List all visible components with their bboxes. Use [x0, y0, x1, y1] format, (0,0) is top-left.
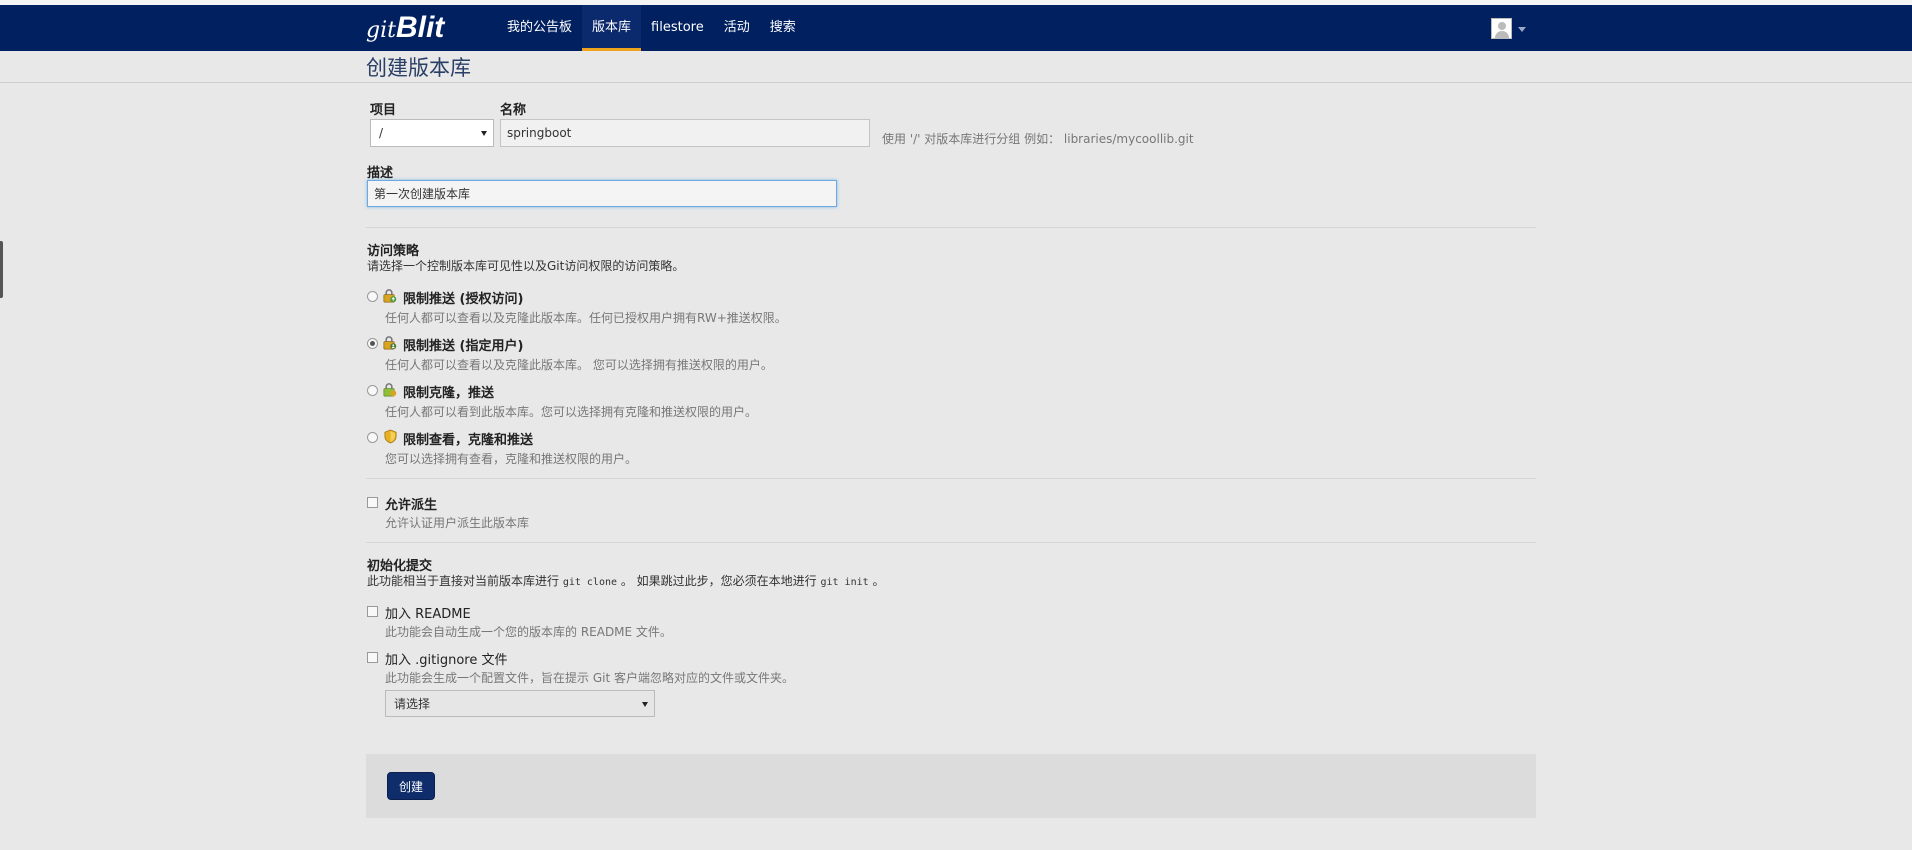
title-divider: [0, 82, 1912, 83]
lock-push-user-icon: [383, 336, 397, 350]
project-select-value: /: [379, 126, 384, 140]
add-readme-title: 加入 README: [385, 607, 471, 622]
user-menu-caret-icon[interactable]: [1518, 27, 1526, 32]
nav-item-repositories[interactable]: 版本库: [582, 5, 642, 51]
dropdown-arrow-icon: [481, 131, 487, 136]
add-readme-checkbox[interactable]: [367, 606, 378, 617]
brand-prefix: git: [366, 18, 396, 43]
add-readme-desc: 此功能会自动生成一个您的版本库的 README 文件。: [385, 625, 672, 639]
init-commit-desc: 此功能相当于直接对当前版本库进行 git clone 。 如果跳过此步，您必须在…: [367, 572, 884, 589]
allow-fork-desc: 允许认证用户派生此版本库: [385, 516, 530, 530]
access-option-desc: 任何人都可以查看以及克隆此版本库。 您可以选择拥有推送权限的用户。: [385, 358, 773, 372]
name-input[interactable]: springboot: [500, 119, 870, 147]
nav-item-filestore[interactable]: filestore: [641, 5, 714, 51]
access-radio-view-clone-push[interactable]: [367, 432, 378, 443]
description-label: 描述: [367, 166, 394, 181]
project-label: 项目: [370, 103, 397, 118]
access-option-title: 限制查看，克隆和推送: [403, 433, 534, 448]
init-desc-code: git clone: [562, 577, 618, 588]
shield-icon: [384, 429, 397, 444]
nav-item-dashboard[interactable]: 我的公告板: [497, 5, 582, 51]
nav-item-activity[interactable]: 活动: [714, 5, 760, 51]
lock-push-icon: [383, 289, 397, 303]
access-radio-named-push[interactable]: [367, 338, 378, 349]
form-actions-bar: [366, 754, 1536, 818]
allow-fork-title: 允许派生: [385, 498, 438, 513]
create-button[interactable]: 创建: [387, 772, 435, 800]
access-option-title: 限制克隆，推送: [403, 386, 495, 401]
access-radio-authenticated-push[interactable]: [367, 291, 378, 302]
brand-logo[interactable]: gitBlit: [366, 11, 445, 44]
dropdown-arrow-icon: [642, 701, 648, 707]
init-desc-text: 。: [868, 574, 885, 588]
access-option-desc: 您可以选择拥有查看，克隆和推送权限的用户。: [385, 452, 638, 466]
add-gitignore-checkbox[interactable]: [367, 652, 378, 663]
navbar: gitBlit 我的公告板 版本库 filestore 活动 搜索: [0, 5, 1912, 51]
user-avatar[interactable]: [1491, 18, 1512, 39]
name-hint: 使用 '/' 对版本库进行分组 例如： libraries/mycoollib.…: [882, 132, 1194, 146]
avatar-body: [1495, 31, 1509, 38]
access-option-desc: 任何人都可以看到此版本库。您可以选择拥有克隆和推送权限的用户。: [385, 405, 758, 419]
main-nav: 我的公告板 版本库 filestore 活动 搜索: [497, 5, 806, 51]
gitignore-select-value: 请选择: [394, 697, 431, 711]
init-desc-text: 。 如果跳过此步，您必须在本地进行: [617, 574, 821, 588]
name-label: 名称: [500, 103, 527, 118]
access-policy-desc: 请选择一个控制版本库可见性以及Git访问权限的访问策略。: [367, 259, 685, 273]
section-divider: [366, 227, 1536, 228]
section-divider: [366, 478, 1536, 479]
gitignore-select[interactable]: 请选择: [385, 690, 655, 717]
side-handle[interactable]: [0, 241, 3, 298]
section-divider: [366, 542, 1536, 543]
access-option-title: 限制推送 (指定用户): [403, 339, 524, 354]
init-desc-code: git init: [820, 577, 869, 588]
project-select[interactable]: /: [370, 119, 494, 147]
access-option-desc: 任何人都可以查看以及克隆此版本库。任何已授权用户拥有RW+推送权限。: [385, 311, 787, 325]
add-gitignore-title: 加入 .gitignore 文件: [385, 653, 508, 668]
lock-clone-icon: [383, 383, 397, 397]
allow-fork-checkbox[interactable]: [367, 497, 378, 508]
brand-name: Blit: [395, 11, 445, 44]
access-option-title: 限制推送 (授权访问): [403, 292, 524, 307]
access-radio-clone-push[interactable]: [367, 385, 378, 396]
avatar-head: [1498, 22, 1506, 30]
description-input[interactable]: 第一次创建版本库: [367, 180, 837, 207]
page-title: 创建版本库: [366, 56, 471, 80]
add-gitignore-desc: 此功能会生成一个配置文件，旨在提示 Git 客户端忽略对应的文件或文件夹。: [385, 671, 794, 685]
nav-item-search[interactable]: 搜索: [760, 5, 806, 51]
init-desc-text: 此功能相当于直接对当前版本库进行: [367, 574, 563, 588]
